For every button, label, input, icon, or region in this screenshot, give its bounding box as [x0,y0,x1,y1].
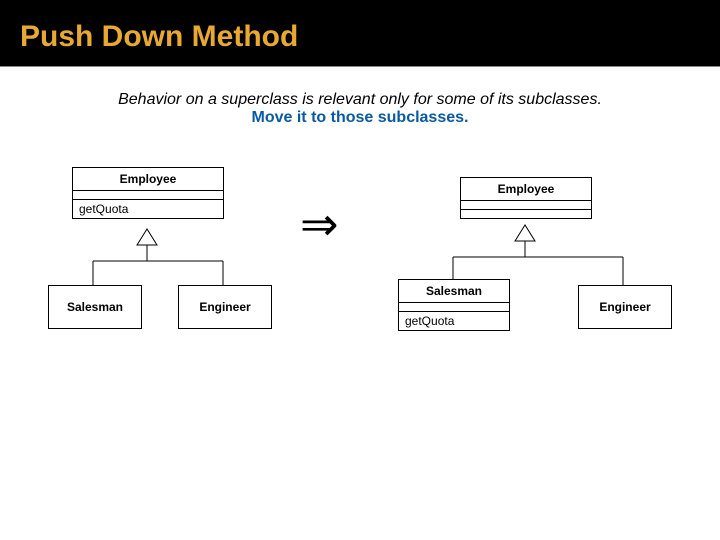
after-inheritance-lines [0,157,720,357]
description: Behavior on a superclass is relevant onl… [50,91,670,127]
description-line2: Move it to those subclasses. [252,109,469,126]
description-line1: Behavior on a superclass is relevant onl… [118,91,602,108]
slide-title: Push Down Method [0,0,720,67]
uml-diagram: Employee getQuota Salesman Engineer ⇒ Em… [0,157,720,437]
